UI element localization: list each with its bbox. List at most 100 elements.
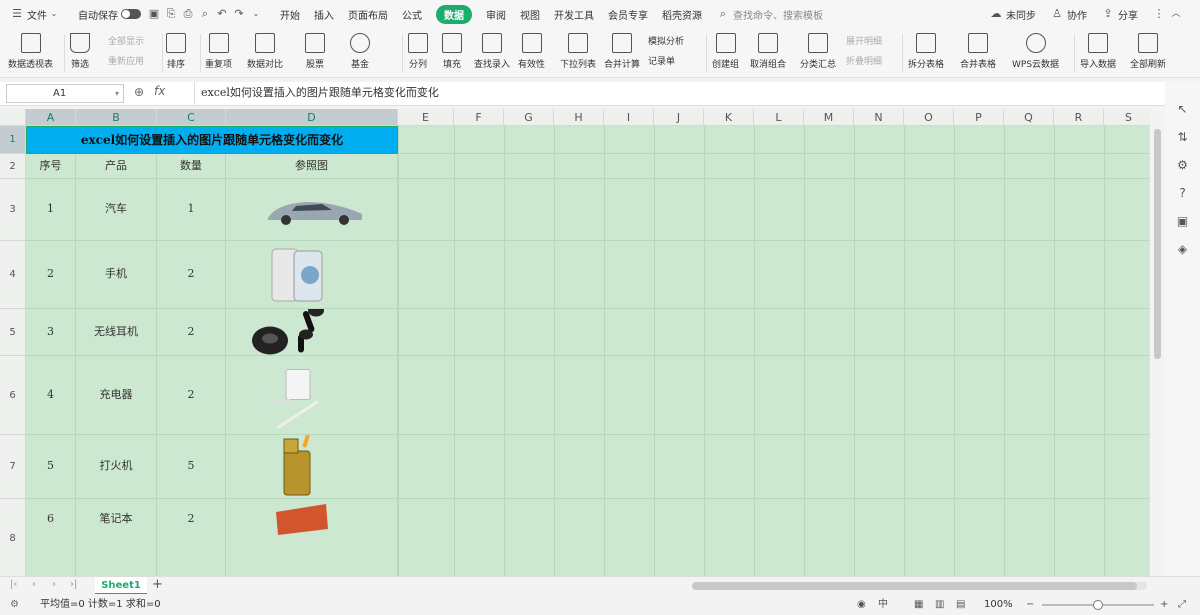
horizontal-scroll-thumb[interactable] xyxy=(692,582,1137,590)
filter-button[interactable]: 筛选 xyxy=(70,30,90,70)
tab-docer[interactable]: 稻壳资源 xyxy=(662,7,702,22)
zoom-search-icon[interactable]: ⊕ xyxy=(134,85,144,99)
page-break-view-icon[interactable]: ▤ xyxy=(956,594,965,615)
column-header-r[interactable]: R xyxy=(1054,109,1104,126)
horizontal-scrollbar[interactable] xyxy=(692,582,1147,590)
image-icon[interactable]: ▣ xyxy=(1175,214,1190,229)
phone-image[interactable] xyxy=(226,241,398,309)
car-image[interactable] xyxy=(226,179,398,241)
collapse-ribbon-icon[interactable]: ︿ xyxy=(1169,7,1183,21)
ungroup-button[interactable]: 取消组合 xyxy=(750,30,786,70)
column-header-e[interactable]: E xyxy=(398,109,454,126)
consolidate-button[interactable]: 合并计算 xyxy=(604,30,640,70)
tab-data[interactable]: 数据 xyxy=(436,4,472,24)
formula-input[interactable]: excel如何设置插入的图片跟随单元格变化而变化 xyxy=(194,82,1169,106)
table-cell[interactable]: 2 xyxy=(157,356,226,435)
image-cell[interactable] xyxy=(226,309,398,356)
zoom-level[interactable]: 100% xyxy=(984,594,1013,615)
preview-icon[interactable]: ⌕ xyxy=(198,7,212,21)
eye-protection-icon[interactable]: ◉ xyxy=(857,594,866,615)
image-cell[interactable] xyxy=(226,499,398,576)
table-cell[interactable]: 5 xyxy=(157,435,226,499)
earbuds-image[interactable] xyxy=(226,309,398,356)
row-header-4[interactable]: 4 xyxy=(0,241,26,309)
column-header-s[interactable]: S xyxy=(1104,109,1154,126)
table-header-cell[interactable]: 产品 xyxy=(76,154,157,179)
column-header-p[interactable]: P xyxy=(954,109,1004,126)
pivot-table-button[interactable]: 数据透视表 xyxy=(8,30,53,70)
tab-developer[interactable]: 开发工具 xyxy=(554,7,594,22)
autosave-toggle[interactable] xyxy=(121,9,141,19)
validity-button[interactable]: 有效性 xyxy=(518,30,545,70)
last-sheet-icon[interactable]: ›| xyxy=(70,579,77,590)
fund-button[interactable]: 基金 xyxy=(350,30,370,70)
table-cell[interactable]: 2 xyxy=(26,241,76,309)
column-header-j[interactable]: J xyxy=(654,109,704,126)
adjust-icon[interactable]: ⇅ xyxy=(1175,130,1190,145)
redo-icon[interactable]: ↷ xyxy=(232,7,246,21)
duplicates-button[interactable]: 重复项 xyxy=(205,30,232,70)
row-header-5[interactable]: 5 xyxy=(0,309,26,356)
table-cell[interactable]: 2 xyxy=(157,309,226,356)
laptop-image[interactable] xyxy=(226,499,398,576)
table-header-cell[interactable]: 序号 xyxy=(26,154,76,179)
column-header-n[interactable]: N xyxy=(854,109,904,126)
row-header-7[interactable]: 7 xyxy=(0,435,26,499)
column-header-i[interactable]: I xyxy=(604,109,654,126)
prev-sheet-icon[interactable]: ‹ xyxy=(32,579,36,590)
row-header-2[interactable]: 2 xyxy=(0,154,26,179)
table-cell[interactable]: 笔记本 xyxy=(76,499,157,576)
column-header-g[interactable]: G xyxy=(504,109,554,126)
tab-view[interactable]: 视图 xyxy=(520,7,540,22)
export-icon[interactable]: ⎘ xyxy=(164,7,178,21)
help-icon[interactable]: ? xyxy=(1175,186,1190,201)
table-cell[interactable]: 汽车 xyxy=(76,179,157,241)
create-group-button[interactable]: 创建组 xyxy=(712,30,739,70)
stock-button[interactable]: 股票 xyxy=(305,30,325,70)
table-header-cell[interactable]: 数量 xyxy=(157,154,226,179)
page-layout-view-icon[interactable]: ▥ xyxy=(935,594,944,615)
sort-button[interactable]: 排序 xyxy=(166,30,186,70)
table-cell[interactable]: 无线耳机 xyxy=(76,309,157,356)
column-header-d[interactable]: D xyxy=(226,109,398,126)
file-menu[interactable]: ☰ 文件 ⌄ xyxy=(10,7,64,22)
input-method-icon[interactable]: 中 xyxy=(878,594,888,615)
row-header-1[interactable]: 1 xyxy=(0,126,26,154)
zoom-slider-knob[interactable] xyxy=(1093,600,1103,610)
table-cell[interactable]: 5 xyxy=(26,435,76,499)
table-cell[interactable]: 1 xyxy=(26,179,76,241)
scroll-thumb[interactable] xyxy=(1154,129,1161,359)
wps-cloud-data-button[interactable]: WPS云数据 xyxy=(1012,30,1059,70)
add-sheet-button[interactable]: + xyxy=(152,577,163,592)
fx-button[interactable]: fx xyxy=(154,84,165,98)
column-header-q[interactable]: Q xyxy=(1004,109,1054,126)
reapply-button[interactable]: 重新应用 xyxy=(108,54,144,67)
charger-image[interactable] xyxy=(226,356,398,435)
share-button[interactable]: ⇪ 分享 xyxy=(1101,7,1138,22)
table-cell[interactable]: 1 xyxy=(157,179,226,241)
sync-button[interactable]: ☁ 未同步 xyxy=(989,7,1037,22)
table-cell[interactable]: 6 xyxy=(26,499,76,576)
location-icon[interactable]: ◈ xyxy=(1175,242,1190,257)
refresh-all-button[interactable]: 全部刷新 xyxy=(1130,30,1166,70)
row-header-8[interactable]: 8 xyxy=(0,499,26,576)
import-data-button[interactable]: 导入数据 xyxy=(1080,30,1116,70)
table-cell[interactable]: 4 xyxy=(26,356,76,435)
save-icon[interactable]: ▣ xyxy=(147,7,161,21)
collab-button[interactable]: ♙ 协作 xyxy=(1050,7,1087,22)
fullscreen-icon[interactable]: ⤢ xyxy=(1178,594,1186,615)
tab-home[interactable]: 开始 xyxy=(280,7,300,22)
compare-button[interactable]: 数据对比 xyxy=(247,30,283,70)
collapse-detail-button[interactable]: 折叠明细 xyxy=(846,54,882,67)
row-header-6[interactable]: 6 xyxy=(0,356,26,435)
column-header-m[interactable]: M xyxy=(804,109,854,126)
merge-table-button[interactable]: 合并表格 xyxy=(960,30,996,70)
name-box[interactable]: A1 ▾ xyxy=(6,84,124,103)
column-header-h[interactable]: H xyxy=(554,109,604,126)
zoom-out-icon[interactable]: − xyxy=(1026,594,1034,615)
macro-icon[interactable]: ⚙ xyxy=(10,594,19,615)
first-sheet-icon[interactable]: |‹ xyxy=(10,579,17,590)
tab-member[interactable]: 会员专享 xyxy=(608,7,648,22)
image-cell[interactable] xyxy=(226,241,398,309)
table-cell[interactable]: 2 xyxy=(157,499,226,576)
